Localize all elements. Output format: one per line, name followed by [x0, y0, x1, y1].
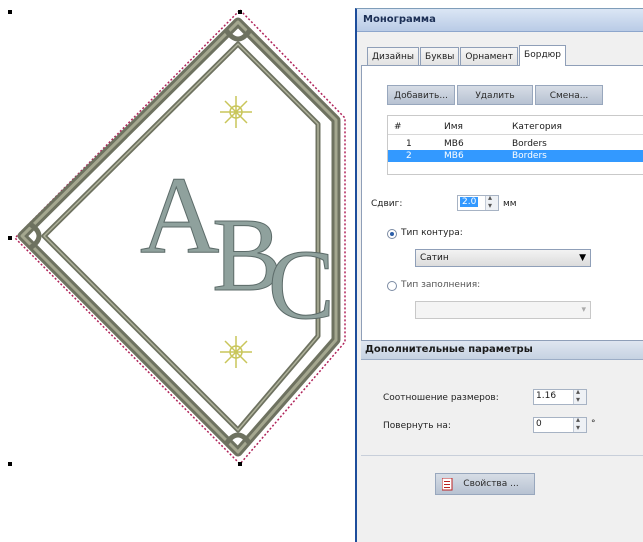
ornament-bottom — [220, 336, 252, 368]
contour-type-select[interactable]: Сатин ▼ — [415, 249, 591, 267]
size-ratio-label: Соотношение размеров: — [383, 393, 499, 403]
design-canvas[interactable]: A B C — [0, 0, 355, 542]
list-item-number: 1 — [406, 139, 412, 149]
chevron-down-icon[interactable]: ▼ — [579, 250, 586, 266]
fill-type-label[interactable]: Тип заполнения: — [401, 280, 480, 290]
tab-letters[interactable]: Буквы — [420, 47, 460, 66]
tab-ornament[interactable]: Орнамент — [460, 47, 519, 66]
selection-handle[interactable] — [238, 10, 242, 14]
offset-label: Сдвиг: — [371, 199, 403, 209]
corner-loop-bottom — [223, 432, 253, 446]
change-button[interactable]: Смена... — [535, 85, 603, 105]
corner-loop-left — [28, 221, 42, 251]
delete-button[interactable]: Удалить — [457, 85, 533, 105]
selection-handle[interactable] — [238, 462, 242, 466]
tab-bar: Дизайны Буквы Орнамент Бордюр — [367, 45, 567, 66]
chevron-down-icon[interactable]: ▾ — [581, 302, 586, 318]
list-item-category: Borders — [512, 151, 547, 161]
selection-handle[interactable] — [8, 10, 12, 14]
border-list[interactable]: # Имя Категория 1 MB6 Borders 2 MB6 Bord… — [387, 115, 643, 175]
monogram-letter-c: C — [268, 229, 335, 340]
fill-type-select[interactable]: ▾ — [415, 301, 591, 319]
list-item-selected[interactable]: 2 MB6 Borders — [388, 150, 643, 162]
rotate-label: Повернуть на: — [383, 421, 451, 431]
list-item-name: MB6 — [444, 139, 464, 149]
rotate-spin-arrows[interactable] — [573, 415, 586, 432]
column-header-category[interactable]: Категория — [512, 120, 562, 134]
size-ratio-value[interactable]: 1.16 — [536, 391, 556, 401]
panel-title: Монограмма — [357, 9, 643, 32]
rotate-unit: ° — [591, 419, 596, 429]
contour-type-label[interactable]: Тип контура: — [401, 228, 463, 238]
tab-designs[interactable]: Дизайны — [367, 47, 420, 66]
properties-icon — [442, 478, 453, 491]
rotate-value[interactable]: 0 — [536, 419, 542, 429]
divider — [361, 455, 643, 456]
selection-handle[interactable] — [8, 236, 12, 240]
size-ratio-spin-arrows[interactable] — [573, 387, 586, 404]
tab-page-border — [361, 65, 643, 341]
size-ratio-spinner[interactable]: 1.16 — [533, 387, 587, 405]
column-header-name[interactable]: Имя — [444, 120, 463, 134]
tab-border[interactable]: Бордюр — [519, 45, 566, 66]
ornament-top — [220, 96, 252, 128]
list-item[interactable]: 1 MB6 Borders — [388, 138, 643, 150]
column-header-number[interactable]: # — [394, 120, 402, 134]
rotate-spinner[interactable]: 0 — [533, 415, 587, 433]
offset-value[interactable]: 2.0 — [460, 197, 479, 207]
contour-type-value: Сатин — [420, 253, 449, 263]
section-header: Дополнительные параметры — [361, 341, 643, 360]
offset-spinner[interactable]: 2.0 — [457, 193, 499, 211]
add-button[interactable]: Добавить... — [387, 85, 455, 105]
monogram-letter-a: A — [140, 154, 219, 276]
offset-unit: мм — [503, 199, 517, 209]
list-header: # Имя Категория — [388, 120, 643, 135]
monogram-design[interactable]: A B C — [0, 0, 355, 542]
fill-type-radio[interactable] — [387, 281, 397, 291]
monogram-panel: Монограмма Дизайны Буквы Орнамент Бордюр… — [355, 8, 643, 542]
properties-button-label: Свойства ... — [463, 479, 519, 489]
list-item-category: Borders — [512, 139, 547, 149]
properties-button[interactable]: Свойства ... — [435, 473, 535, 495]
offset-spin-arrows[interactable] — [485, 193, 498, 210]
list-item-name: MB6 — [444, 151, 464, 161]
selection-handle[interactable] — [8, 462, 12, 466]
contour-type-radio[interactable] — [387, 229, 397, 239]
corner-loop-top — [223, 28, 253, 42]
list-item-number: 2 — [406, 151, 412, 161]
